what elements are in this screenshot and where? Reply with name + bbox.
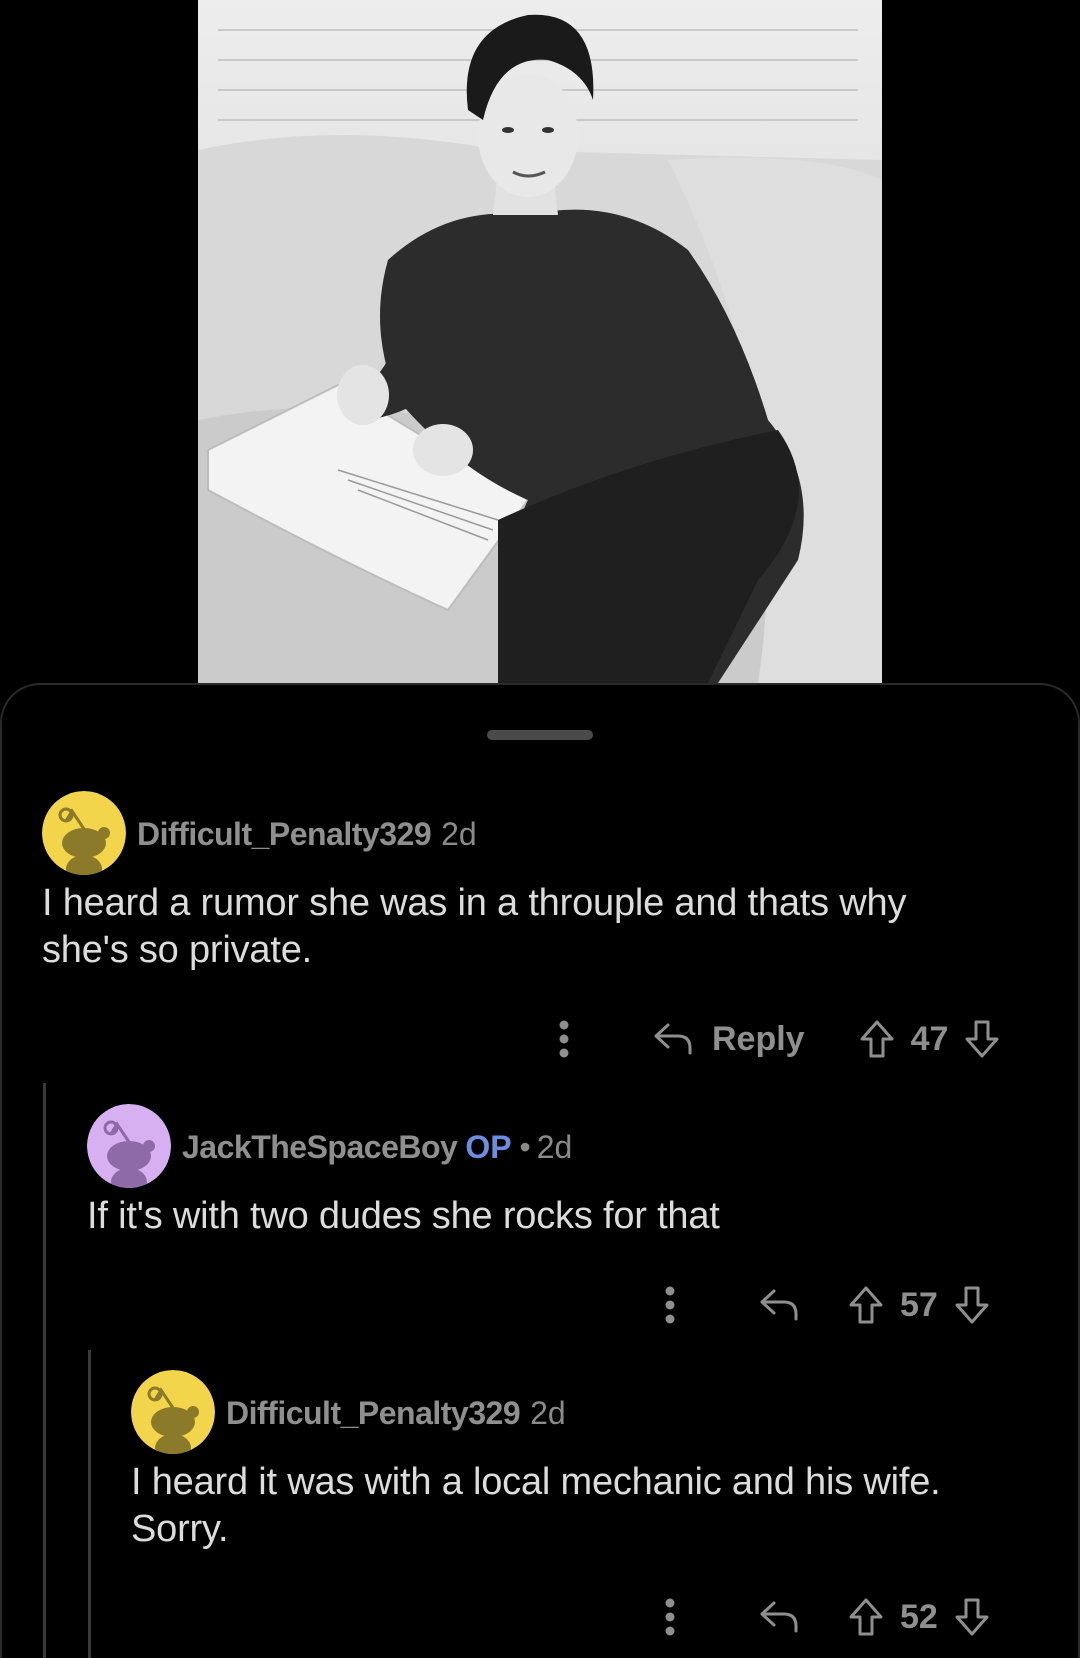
comment-age: 2d [441,816,477,852]
comment-actions: 57 [658,1280,990,1330]
username[interactable]: JackTheSpaceBoy [182,1129,458,1165]
comment-body: I heard a rumor she was in a throuple an… [42,882,907,971]
avatar[interactable] [42,791,126,875]
thread-line-level-2[interactable] [88,1350,91,1658]
more-options-icon[interactable] [658,1286,682,1324]
reply-icon[interactable] [758,1287,800,1323]
downvote-icon[interactable] [964,1019,1000,1059]
snoo-avatar-icon [131,1370,215,1454]
reply-button[interactable]: Reply [652,1020,805,1059]
separator: • [519,1129,531,1165]
upvote-icon[interactable] [859,1019,895,1059]
comment-actions: Reply 47 [552,1014,1000,1064]
post-image[interactable] [198,0,882,683]
more-options-icon[interactable] [552,1020,576,1058]
comment-actions: 52 [658,1592,990,1642]
comment-age: 2d [530,1395,566,1431]
comment-body-line-2: Sorry. [131,1508,229,1550]
downvote-icon[interactable] [954,1285,990,1325]
upvote-icon[interactable] [848,1285,884,1325]
vote-count: 47 [910,1019,949,1058]
reply-label: Reply [712,1019,805,1058]
reply-icon [652,1021,694,1057]
avatar[interactable] [87,1104,171,1188]
drag-handle[interactable] [487,730,593,740]
username[interactable]: Difficult_Penalty329 [137,816,432,852]
snoo-avatar-icon [42,791,126,875]
photo-illustration [198,0,882,683]
username[interactable]: Difficult_Penalty329 [226,1395,521,1431]
thread-line-level-1[interactable] [43,1083,46,1658]
vote-count: 52 [900,1597,938,1636]
reddit-comment-page: Difficult_Penalty329 2d I heard a rumor s… [0,0,1080,1658]
comment-body-line-1: I heard it was with a local mechanic and… [131,1461,941,1503]
reply-icon[interactable] [758,1599,800,1635]
comment-body: If it's with two dudes she rocks for tha… [87,1195,720,1237]
upvote-icon[interactable] [848,1597,884,1637]
more-options-icon[interactable] [658,1598,682,1636]
comment-meta: Difficult_Penalty329 2d [226,1395,566,1432]
avatar[interactable] [131,1370,215,1454]
op-badge: OP [465,1129,512,1165]
comment-meta: Difficult_Penalty329 2d [137,816,477,853]
downvote-icon[interactable] [954,1597,990,1637]
vote-count: 57 [900,1285,938,1324]
comment-meta: JackTheSpaceBoy OP • 2d [182,1129,572,1166]
snoo-avatar-icon [87,1104,171,1188]
comment-age: 2d [536,1129,573,1165]
